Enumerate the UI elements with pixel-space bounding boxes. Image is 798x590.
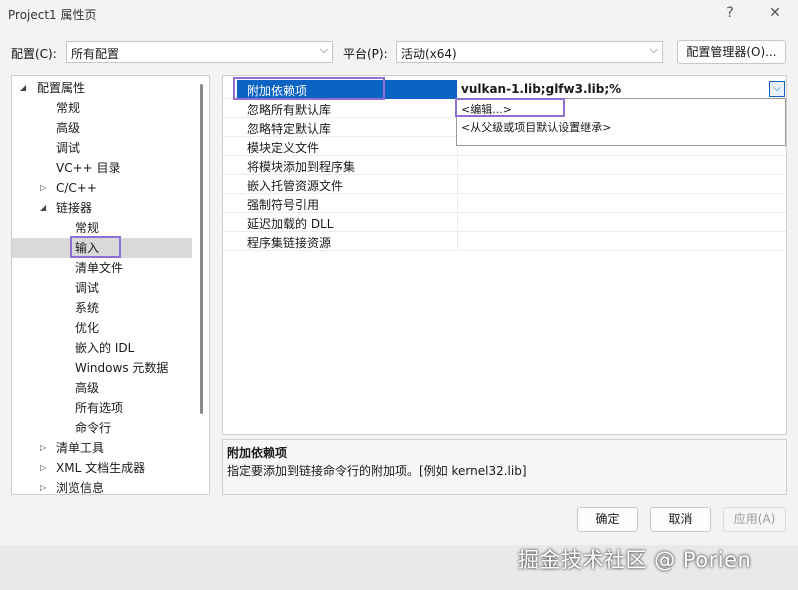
description-panel: 附加依赖项 指定要添加到链接命令行的附加项。[例如 kernel32.lib]: [222, 439, 787, 495]
tree-item-debugging[interactable]: 调试: [12, 138, 192, 158]
chevron-down-icon: ⌵: [319, 43, 328, 56]
property-name: 将模块添加到程序集: [247, 160, 356, 174]
platform-value: 活动(x64): [401, 47, 457, 61]
property-pages-dialog: Project1 属性页 ? ✕ 配置(C): 所有配置 ⌵ 平台(P): 活动…: [0, 0, 798, 545]
tree-item-label: 所有选项: [75, 401, 124, 415]
tree-item-label: 常规: [75, 221, 100, 235]
tree-item-linker-advanced[interactable]: 高级: [12, 378, 192, 398]
tree-item-label: C/C++: [56, 181, 97, 195]
tree-item-general[interactable]: 常规: [12, 98, 192, 118]
tree-item-label: 清单文件: [75, 261, 124, 275]
tree-item-label: 调试: [75, 281, 100, 295]
chevron-down-icon[interactable]: ⌵: [769, 81, 785, 97]
close-icon[interactable]: ✕: [761, 2, 789, 24]
tree-item-label: 链接器: [56, 201, 93, 215]
property-name: 模块定义文件: [247, 141, 320, 155]
collapse-icon[interactable]: ◢: [40, 198, 46, 218]
title-bar: Project1 属性页 ? ✕: [0, 0, 798, 28]
tree-item-linker-general[interactable]: 常规: [12, 218, 192, 238]
tree-item-manifest-tool[interactable]: ▷ 清单工具: [12, 438, 192, 458]
cancel-button[interactable]: 取消: [650, 507, 711, 532]
tree-item-browse-info[interactable]: ▷ 浏览信息: [12, 478, 192, 495]
tree-item-vc-directories[interactable]: VC++ 目录: [12, 158, 192, 178]
column-divider: [457, 213, 458, 232]
annotation-box: [233, 77, 385, 100]
chevron-down-icon: ⌵: [649, 43, 658, 56]
tree-item-optimization[interactable]: 优化: [12, 318, 192, 338]
property-row[interactable]: 程序集链接资源: [223, 232, 786, 251]
tree-item-embedded-idl[interactable]: 嵌入的 IDL: [12, 338, 192, 358]
expand-icon[interactable]: ▷: [40, 438, 46, 458]
column-divider: [457, 156, 458, 175]
platform-dropdown[interactable]: 活动(x64) ⌵: [396, 41, 663, 63]
property-row[interactable]: 嵌入托管资源文件: [223, 175, 786, 194]
tree-item-label: VC++ 目录: [56, 161, 121, 175]
tree-item-label: 调试: [56, 141, 81, 155]
tree-item-label: 清单工具: [56, 441, 105, 455]
column-divider: [457, 194, 458, 213]
dropdown-option-inherit[interactable]: <从父级或项目默认设置继承>: [461, 119, 611, 137]
property-name: 忽略特定默认库: [247, 122, 332, 136]
apply-button[interactable]: 应用(A): [723, 507, 786, 532]
platform-label: 平台(P):: [343, 47, 388, 61]
tree-item-config-properties[interactable]: ◢ 配置属性: [12, 78, 192, 98]
ok-button[interactable]: 确定: [577, 507, 638, 532]
description-body: 指定要添加到链接命令行的附加项。[例如 kernel32.lib]: [227, 464, 527, 478]
description-heading: 附加依赖项: [227, 446, 288, 460]
property-name: 延迟加载的 DLL: [247, 217, 334, 231]
tree-item-label: 常规: [56, 101, 81, 115]
property-row[interactable]: 将模块添加到程序集: [223, 156, 786, 175]
tree-item-label: 嵌入的 IDL: [75, 341, 135, 355]
column-divider: [457, 175, 458, 194]
annotation-box: [70, 236, 121, 258]
expand-icon[interactable]: ▷: [40, 458, 46, 478]
window-title: Project1 属性页: [8, 8, 97, 22]
tree-item-manifest-file[interactable]: 清单文件: [12, 258, 192, 278]
tree-item-command-line[interactable]: 命令行: [12, 418, 192, 438]
watermark: 掘金技术社区 @ Porien: [518, 548, 752, 572]
property-tree: ◢ 配置属性 常规 高级 调试 VC++ 目录 ▷ C/C++ ◢ 链接器 常规…: [11, 75, 210, 495]
tree-item-label: 高级: [75, 381, 100, 395]
tree-item-xml-doc-generator[interactable]: ▷ XML 文档生成器: [12, 458, 192, 478]
expand-icon[interactable]: ▷: [40, 478, 46, 494]
tree-item-label: 系统: [75, 301, 100, 315]
tree-item-advanced[interactable]: 高级: [12, 118, 192, 138]
expand-icon[interactable]: ◢: [20, 78, 26, 98]
tree-item-label: 浏览信息: [56, 481, 105, 495]
property-name: 忽略所有默认库: [247, 103, 332, 117]
tree-item-cpp[interactable]: ▷ C/C++: [12, 178, 192, 198]
tree-item-system[interactable]: 系统: [12, 298, 192, 318]
annotation-box: [455, 98, 565, 117]
tree-item-linker-debugging[interactable]: 调试: [12, 278, 192, 298]
config-dropdown[interactable]: 所有配置 ⌵: [66, 41, 333, 63]
property-name: 嵌入托管资源文件: [247, 179, 344, 193]
tree-item-label: 配置属性: [37, 81, 86, 95]
expand-icon[interactable]: ▷: [40, 178, 46, 198]
tree-item-all-options[interactable]: 所有选项: [12, 398, 192, 418]
tree-item-label: Windows 元数据: [75, 361, 169, 375]
tree-scrollbar[interactable]: [200, 84, 203, 414]
property-row[interactable]: 强制符号引用: [223, 194, 786, 213]
property-row[interactable]: 延迟加载的 DLL: [223, 213, 786, 232]
column-divider: [457, 232, 458, 251]
tree-item-label: XML 文档生成器: [56, 461, 146, 475]
config-label: 配置(C):: [11, 47, 57, 61]
config-manager-button[interactable]: 配置管理器(O)...: [677, 40, 786, 64]
property-name: 强制符号引用: [247, 198, 320, 212]
tree-item-label: 高级: [56, 121, 81, 135]
help-icon[interactable]: ?: [716, 2, 744, 24]
tree-item-windows-metadata[interactable]: Windows 元数据: [12, 358, 192, 378]
tree-item-linker[interactable]: ◢ 链接器: [12, 198, 192, 218]
tree-item-label: 优化: [75, 321, 100, 335]
property-name: 程序集链接资源: [247, 236, 332, 250]
config-value: 所有配置: [71, 47, 120, 61]
tree-item-label: 命令行: [75, 421, 112, 435]
